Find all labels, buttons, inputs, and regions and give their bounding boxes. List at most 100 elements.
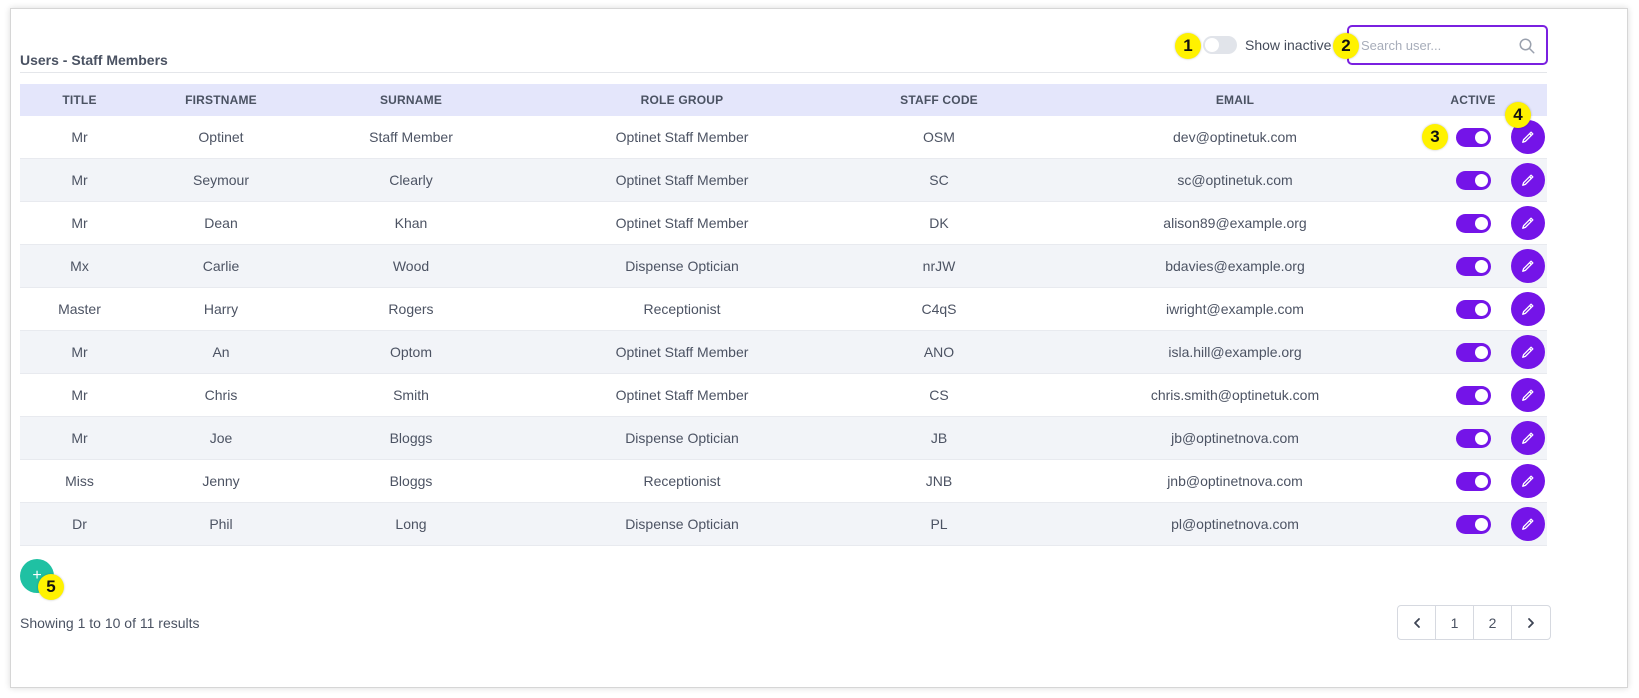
callout-5: 5 bbox=[38, 574, 64, 600]
edit-user-button[interactable] bbox=[1511, 335, 1545, 369]
cell-active bbox=[1437, 428, 1509, 448]
pagination-page-1[interactable]: 1 bbox=[1436, 606, 1474, 639]
cell-staff-code: C4qS bbox=[921, 301, 957, 317]
edit-user-button[interactable] bbox=[1511, 378, 1545, 412]
show-inactive-label: Show inactive bbox=[1245, 37, 1332, 53]
pagination-page-2[interactable]: 2 bbox=[1474, 606, 1512, 639]
cell-surname: Bloggs bbox=[389, 430, 433, 446]
cell-surname: Long bbox=[395, 516, 427, 532]
cell-title: Mr bbox=[71, 430, 88, 446]
cell-role-group: Dispense Optician bbox=[625, 516, 739, 532]
cell-edit bbox=[1509, 378, 1547, 412]
active-toggle[interactable] bbox=[1455, 299, 1491, 319]
active-toggle[interactable] bbox=[1455, 428, 1491, 448]
cell-staff-code: nrJW bbox=[922, 258, 956, 274]
active-toggle[interactable] bbox=[1455, 127, 1491, 147]
table-row: Mr Dean Khan Optinet Staff Member DK alison89… bbox=[20, 202, 1547, 245]
cell-email: sc@optinetuk.com bbox=[1177, 172, 1293, 188]
edit-user-button[interactable] bbox=[1511, 464, 1545, 498]
cell-surname: Bloggs bbox=[389, 473, 433, 489]
active-toggle[interactable] bbox=[1455, 170, 1491, 190]
cell-title: Mr bbox=[71, 129, 88, 145]
cell-firstname: Dean bbox=[204, 215, 238, 231]
cell-active bbox=[1437, 514, 1509, 534]
cell-email: jnb@optinetnova.com bbox=[1167, 473, 1303, 489]
cell-edit bbox=[1509, 292, 1547, 326]
search-box[interactable] bbox=[1347, 25, 1548, 65]
cell-email: chris.smith@optinetuk.com bbox=[1150, 387, 1320, 403]
cell-active bbox=[1437, 385, 1509, 405]
search-icon[interactable] bbox=[1518, 37, 1536, 55]
cell-surname: Staff Member bbox=[369, 129, 453, 145]
show-inactive-toggle[interactable] bbox=[1203, 36, 1237, 54]
cell-edit bbox=[1509, 507, 1547, 541]
cell-staff-code: SC bbox=[929, 172, 949, 188]
cell-title: Mr bbox=[71, 215, 88, 231]
pencil-icon bbox=[1522, 131, 1534, 143]
edit-user-button[interactable] bbox=[1511, 249, 1545, 283]
pagination-prev-button[interactable] bbox=[1398, 606, 1436, 639]
cell-firstname: Phil bbox=[209, 516, 233, 532]
toggle-knob bbox=[1474, 345, 1488, 359]
cell-firstname: Joe bbox=[209, 430, 233, 446]
edit-user-button[interactable] bbox=[1511, 507, 1545, 541]
column-header-email[interactable]: EMAIL bbox=[1033, 93, 1437, 107]
edit-user-button[interactable] bbox=[1511, 292, 1545, 326]
cell-role-group: Optinet Staff Member bbox=[615, 387, 749, 403]
cell-email: iwright@example.com bbox=[1166, 301, 1304, 317]
table-row: Miss Jenny Bloggs Receptionist JNB jnb@optine… bbox=[20, 460, 1547, 503]
cell-role-group: Receptionist bbox=[643, 301, 721, 317]
cell-active bbox=[1437, 299, 1509, 319]
staff-table: TITLE FIRSTNAME SURNAME ROLE GROUP STAFF… bbox=[20, 84, 1547, 546]
cell-staff-code: CS bbox=[929, 387, 949, 403]
cell-title: Mr bbox=[71, 344, 88, 360]
pencil-icon bbox=[1522, 346, 1534, 358]
toggle-knob bbox=[1474, 517, 1488, 531]
edit-user-button[interactable] bbox=[1511, 206, 1545, 240]
cell-active bbox=[1437, 170, 1509, 190]
cell-title: Miss bbox=[65, 473, 94, 489]
cell-surname: Rogers bbox=[388, 301, 434, 317]
cell-active bbox=[1437, 342, 1509, 362]
cell-title: Dr bbox=[72, 516, 87, 532]
cell-firstname: Optinet bbox=[198, 129, 244, 145]
table-row: Mr Chris Smith Optinet Staff Member CS chris.… bbox=[20, 374, 1547, 417]
cell-role-group: Dispense Optician bbox=[625, 430, 739, 446]
pencil-icon bbox=[1522, 260, 1534, 272]
active-toggle[interactable] bbox=[1455, 342, 1491, 362]
edit-user-button[interactable] bbox=[1511, 421, 1545, 455]
pencil-icon bbox=[1522, 432, 1534, 444]
active-toggle[interactable] bbox=[1455, 256, 1491, 276]
table-row: Mr Joe Bloggs Dispense Optician JB jb@optinet… bbox=[20, 417, 1547, 460]
column-header-role-group[interactable]: ROLE GROUP bbox=[519, 93, 845, 107]
active-toggle[interactable] bbox=[1455, 514, 1491, 534]
cell-email: pl@optinetnova.com bbox=[1171, 516, 1299, 532]
cell-staff-code: JB bbox=[930, 430, 948, 446]
cell-staff-code: JNB bbox=[925, 473, 953, 489]
cell-email: dev@optinetuk.com bbox=[1173, 129, 1297, 145]
cell-role-group: Receptionist bbox=[643, 473, 721, 489]
column-header-title[interactable]: TITLE bbox=[20, 93, 139, 107]
table-row: Mx Carlie Wood Dispense Optician nrJW bdavies… bbox=[20, 245, 1547, 288]
cell-title: Mr bbox=[71, 172, 88, 188]
cell-edit bbox=[1509, 163, 1547, 197]
pagination-next-button[interactable] bbox=[1512, 606, 1550, 639]
column-header-staff-code[interactable]: STAFF CODE bbox=[845, 93, 1033, 107]
table-row: Mr Seymour Clearly Optinet Staff Member SC sc… bbox=[20, 159, 1547, 202]
active-toggle[interactable] bbox=[1455, 471, 1491, 491]
table-row: Mr Optinet Staff Member Optinet Staff Membe… bbox=[20, 116, 1547, 159]
search-input[interactable] bbox=[1359, 35, 1509, 55]
edit-user-button[interactable] bbox=[1511, 163, 1545, 197]
cell-role-group: Optinet Staff Member bbox=[615, 129, 749, 145]
cell-surname: Wood bbox=[392, 258, 430, 274]
cell-surname: Optom bbox=[389, 344, 432, 360]
active-toggle[interactable] bbox=[1455, 385, 1491, 405]
active-toggle[interactable] bbox=[1455, 213, 1491, 233]
toggle-knob bbox=[1474, 388, 1488, 402]
column-header-active[interactable]: ACTIVE bbox=[1437, 93, 1509, 107]
column-header-surname[interactable]: SURNAME bbox=[303, 93, 519, 107]
cell-firstname: An bbox=[212, 344, 230, 360]
cell-firstname: Jenny bbox=[202, 473, 240, 489]
column-header-firstname[interactable]: FIRSTNAME bbox=[139, 93, 303, 107]
cell-active bbox=[1437, 471, 1509, 491]
